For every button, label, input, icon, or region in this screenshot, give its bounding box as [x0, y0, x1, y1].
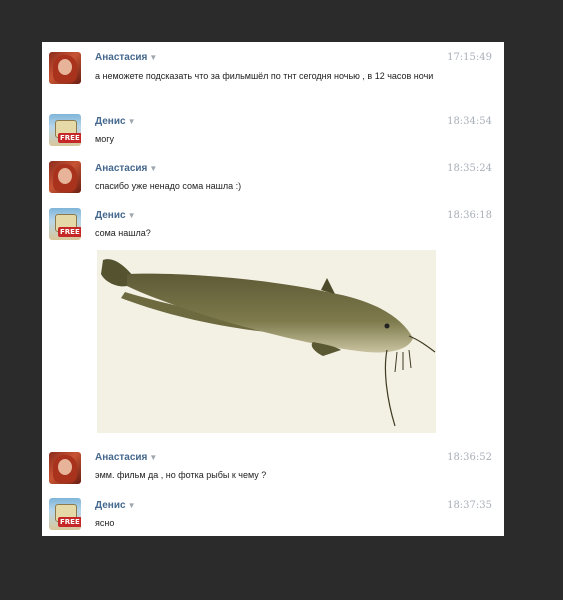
author-name[interactable]: Анастасия ▼	[95, 452, 157, 463]
message-text: сома нашла?	[95, 228, 151, 238]
caret-down-icon[interactable]: ▼	[149, 164, 157, 173]
message-text: могу	[95, 134, 114, 144]
chat-panel: Анастасия ▼ 17:15:49 а неможете подсказат…	[42, 42, 504, 536]
avatar[interactable]: FREE	[49, 498, 81, 530]
caret-down-icon[interactable]: ▼	[128, 211, 136, 220]
author-name[interactable]: Денис ▼	[95, 210, 135, 221]
free-badge: FREE	[58, 227, 81, 237]
message-text: ясно	[95, 518, 115, 528]
message-text: а неможете подсказать что за фильмшёл по…	[95, 71, 434, 81]
avatar[interactable]	[49, 161, 81, 193]
caret-down-icon[interactable]: ▼	[149, 53, 157, 62]
free-badge: FREE	[58, 133, 81, 143]
catfish-photo[interactable]	[97, 250, 436, 433]
timestamp[interactable]: 18:35:24	[447, 163, 492, 174]
avatar[interactable]	[49, 452, 81, 484]
timestamp[interactable]: 18:37:35	[447, 500, 492, 511]
avatar[interactable]: FREE	[49, 114, 81, 146]
message-text: спасибо уже ненадо сома нашла :)	[95, 181, 242, 191]
author-name[interactable]: Анастасия ▼	[95, 163, 157, 174]
author-name[interactable]: Анастасия ▼	[95, 52, 157, 63]
author-name[interactable]: Денис ▼	[95, 500, 135, 511]
timestamp[interactable]: 18:34:54	[447, 116, 492, 127]
message-text: эмм. фильм да , но фотка рыбы к чему ?	[95, 470, 267, 480]
catfish-icon	[101, 259, 436, 427]
timestamp[interactable]: 17:15:49	[447, 52, 492, 63]
author-name[interactable]: Денис ▼	[95, 116, 135, 127]
caret-down-icon[interactable]: ▼	[128, 501, 136, 510]
timestamp[interactable]: 18:36:52	[447, 452, 492, 463]
avatar[interactable]: FREE	[49, 208, 81, 240]
caret-down-icon[interactable]: ▼	[149, 453, 157, 462]
avatar[interactable]	[49, 52, 81, 84]
free-badge: FREE	[58, 517, 81, 527]
caret-down-icon[interactable]: ▼	[128, 117, 136, 126]
timestamp[interactable]: 18:36:18	[447, 210, 492, 221]
